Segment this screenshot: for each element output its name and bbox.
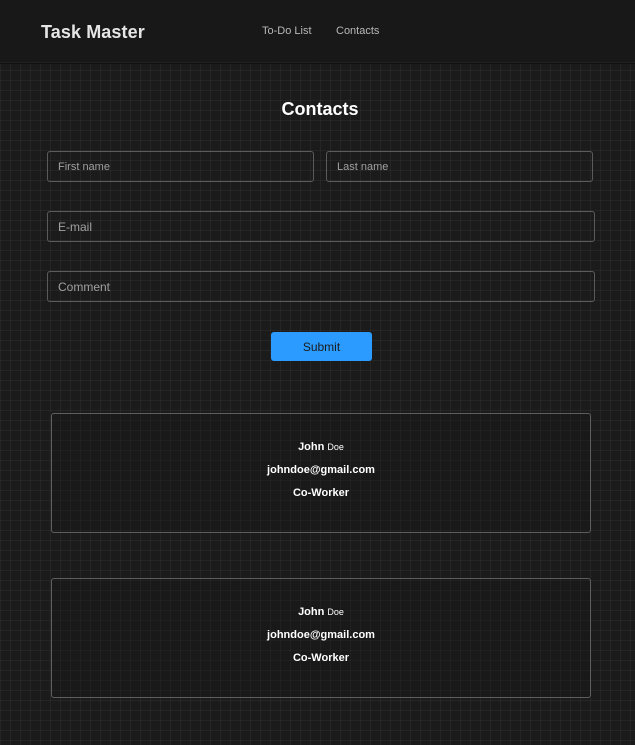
contact-name: John Doe (52, 441, 590, 453)
last-name-input[interactable] (326, 151, 593, 182)
contact-card: John Doe johndoe@gmail.com Co-Worker (51, 578, 591, 698)
contact-last-name: Doe (327, 607, 344, 617)
contact-email: johndoe@gmail.com (267, 464, 375, 476)
comment-input[interactable] (47, 271, 595, 302)
contact-relation: Co-Worker (292, 487, 350, 499)
contact-name: John Doe (52, 606, 590, 618)
contact-last-name: Doe (327, 442, 344, 452)
submit-button[interactable]: Submit (271, 332, 372, 361)
contact-relation: Co-Worker (292, 652, 350, 664)
page-title: Contacts (281, 99, 359, 119)
nav-link-contacts[interactable]: Contacts (336, 25, 379, 37)
email-input[interactable] (47, 211, 595, 242)
top-navbar: Task Master To-Do List Contacts (0, 0, 635, 63)
first-name-input[interactable] (47, 151, 314, 182)
contact-first-name: John (298, 606, 325, 618)
contact-card: John Doe johndoe@gmail.com Co-Worker (51, 413, 591, 533)
contact-first-name: John (298, 441, 325, 453)
contact-email: johndoe@gmail.com (267, 629, 375, 641)
brand-logo-text[interactable]: Task Master (41, 22, 145, 43)
nav-link-todo-list[interactable]: To-Do List (262, 25, 312, 37)
